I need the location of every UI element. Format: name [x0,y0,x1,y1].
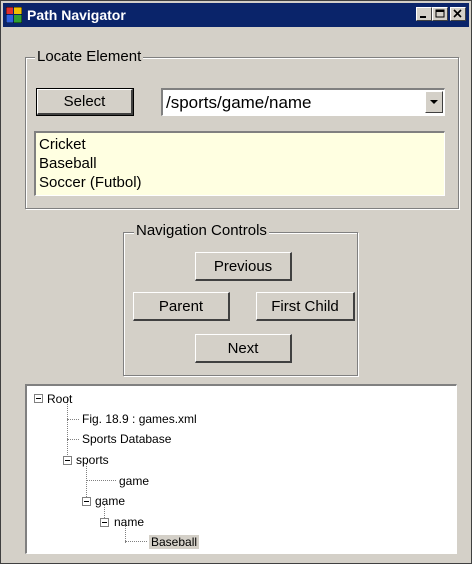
first-child-button[interactable]: First Child [256,292,355,321]
list-item[interactable]: Baseball [39,154,441,173]
tree-node-root[interactable]: Root [47,392,72,406]
locate-element-legend: Locate Element [35,48,144,66]
tree-connector [67,399,69,461]
chevron-down-icon [430,100,438,104]
tree-node-baseball-selected[interactable]: Baseball [149,535,200,549]
maximize-button[interactable] [432,7,448,21]
tree-node-sports-database[interactable]: Sports Database [82,432,171,446]
xml-tree-view[interactable]: Root Fig. 18.9 : games.xml Sports Databa… [25,384,457,554]
collapse-toggle-game[interactable] [82,497,91,506]
app-window: Path Navigator Locate Element Select /sp… [0,0,472,564]
close-button[interactable] [450,7,466,21]
tree-connector [67,419,79,421]
tree-connector [67,439,79,441]
list-item[interactable]: Soccer (Futbol) [39,173,441,192]
tree-connector [86,463,88,501]
path-combobox[interactable]: /sports/game/name [161,88,445,116]
close-icon [453,9,462,18]
tree-node-game-expanded[interactable]: game [95,494,125,508]
tree-node-name[interactable]: name [114,515,144,529]
select-button[interactable]: Select [36,88,134,116]
tree-connector [125,541,147,543]
results-listbox[interactable]: Cricket Baseball Soccer (Futbol) [34,131,445,196]
previous-button[interactable]: Previous [195,252,292,281]
tree-node-fig[interactable]: Fig. 18.9 : games.xml [82,412,197,426]
window-title: Path Navigator [27,7,126,23]
tree-node-sports[interactable]: sports [76,453,109,467]
collapse-toggle-name[interactable] [100,518,109,527]
tree-node-game[interactable]: game [119,474,149,488]
minimize-button[interactable] [416,7,432,21]
combobox-dropdown-button[interactable] [425,91,443,113]
path-combobox-value: /sports/game/name [166,93,312,112]
app-icon [6,7,22,23]
tree-connector [86,480,116,482]
minimize-icon [420,16,426,18]
navigation-controls-legend: Navigation Controls [134,222,269,240]
title-bar[interactable]: Path Navigator [3,3,469,27]
list-item[interactable]: Cricket [39,135,441,154]
collapse-toggle-root[interactable] [34,394,43,403]
next-button[interactable]: Next [195,334,292,363]
maximize-icon [435,9,445,18]
collapse-toggle-sports[interactable] [63,456,72,465]
parent-button[interactable]: Parent [133,292,230,321]
